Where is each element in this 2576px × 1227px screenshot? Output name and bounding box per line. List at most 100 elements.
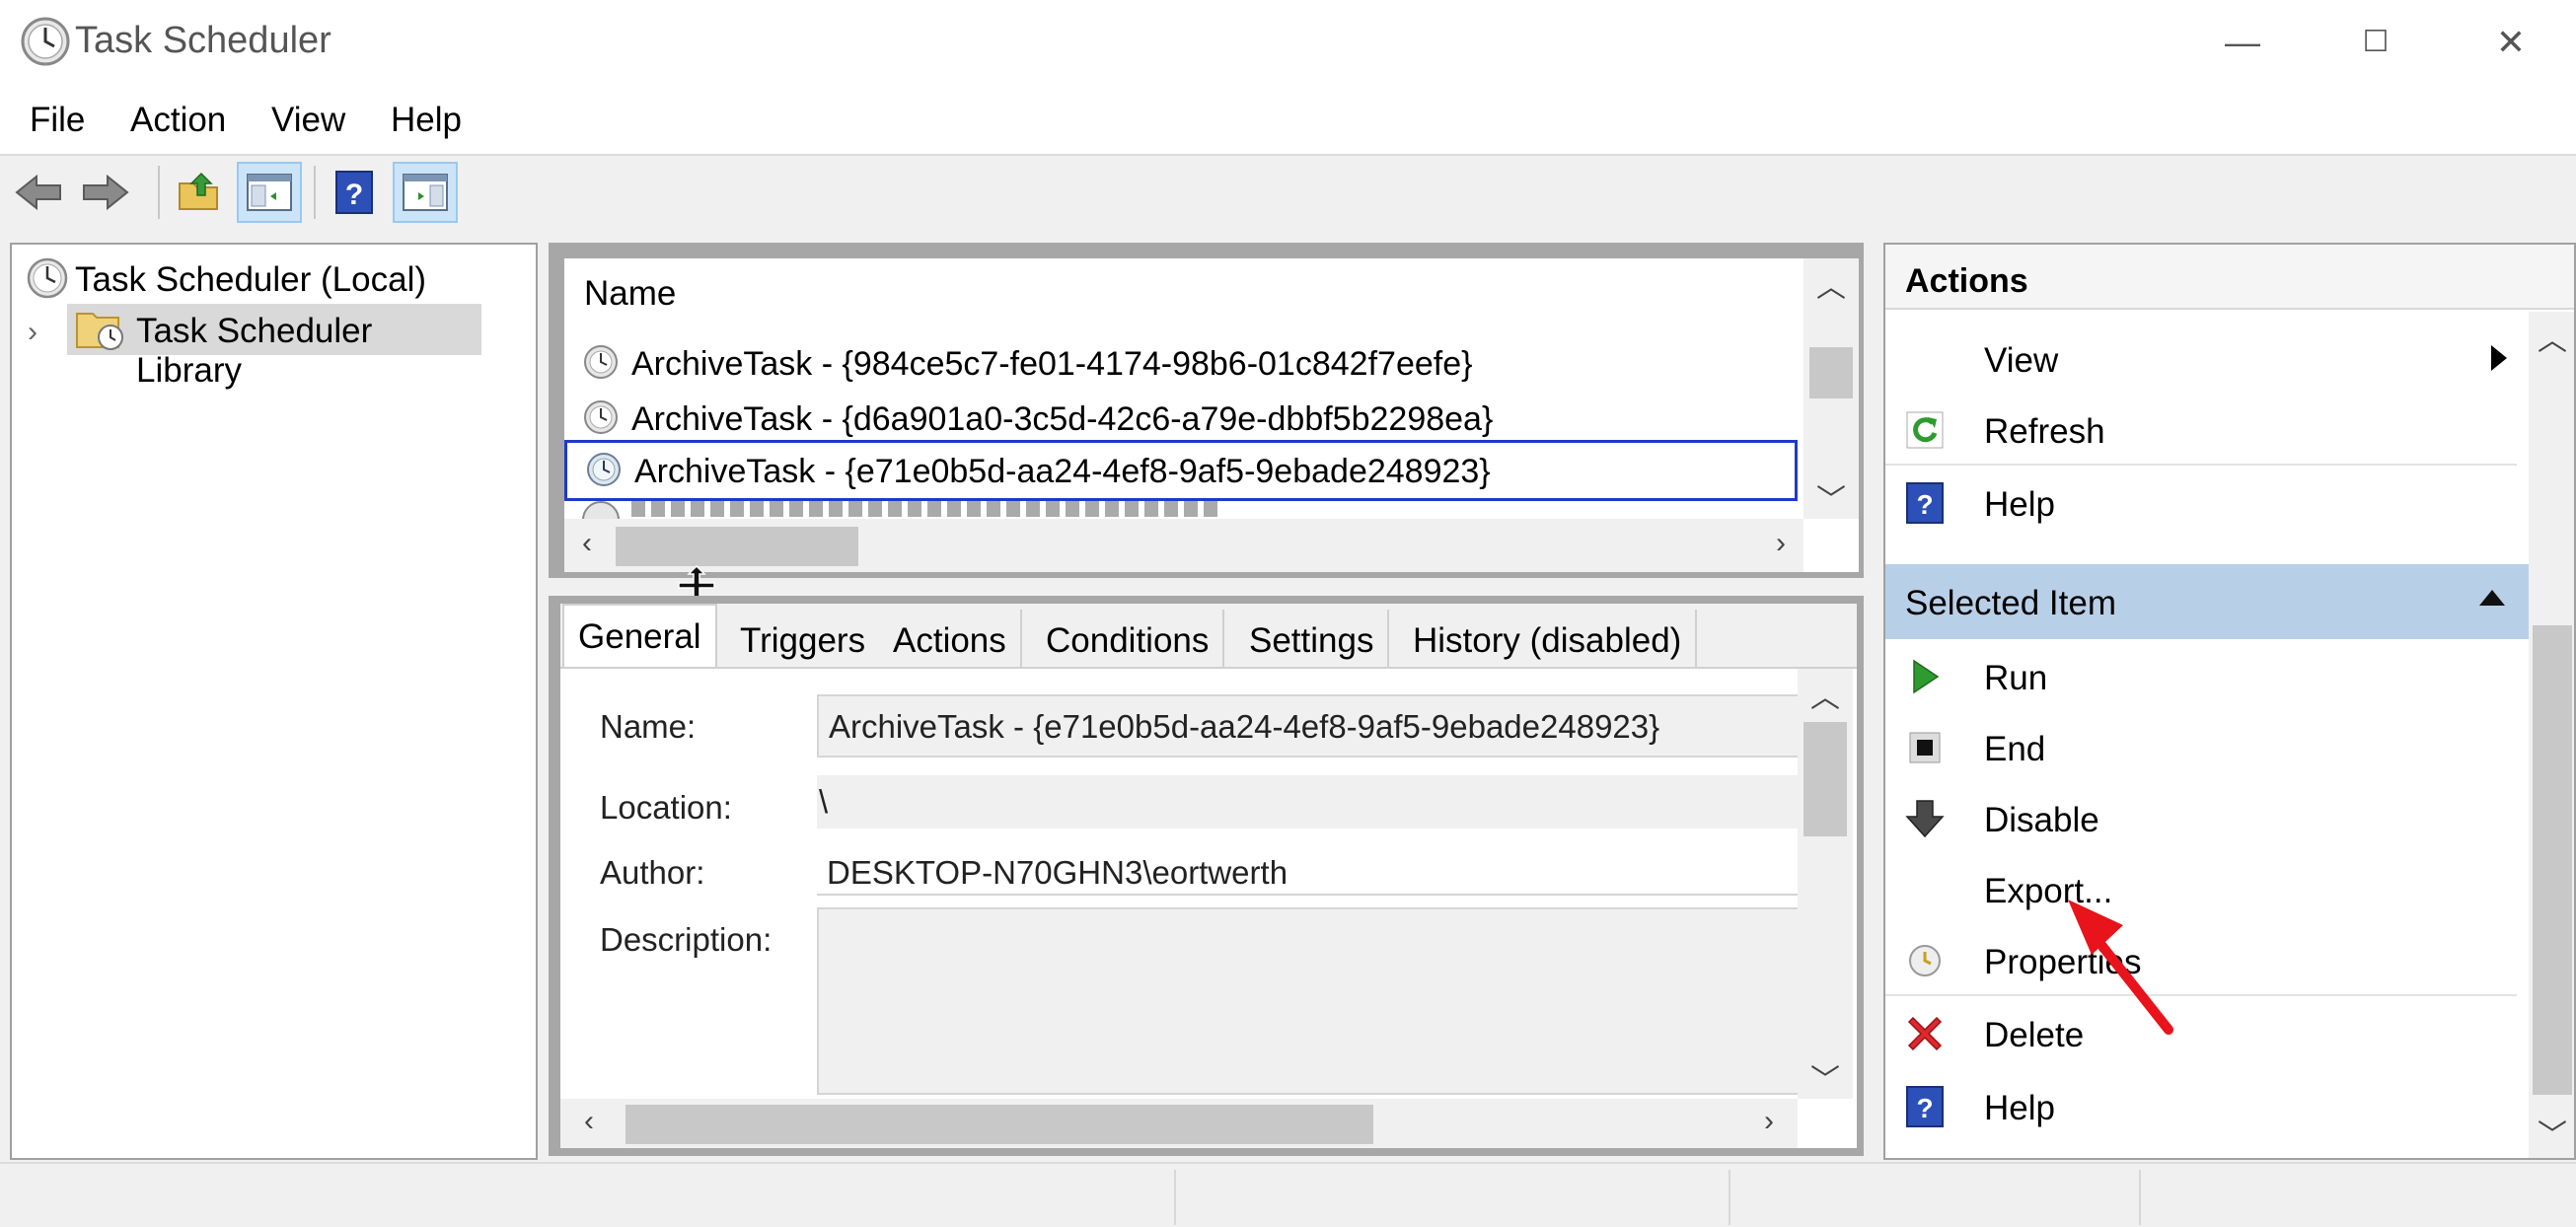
general-tab-body: Name: ArchiveTask - {e71e0b5d-aa24-4ef8-…: [560, 667, 1857, 1148]
clock-icon: [26, 256, 69, 305]
action-refresh[interactable]: Refresh: [1885, 395, 2517, 466]
scrollbar-thumb[interactable]: [2533, 625, 2572, 1095]
help-icon: ?: [1903, 481, 1947, 525]
task-list-vertical-scrollbar[interactable]: ︿ ﹀: [1803, 258, 1859, 519]
author-value: DESKTOP-N70GHN3\eortwerth: [827, 854, 1288, 891]
delete-icon: [1903, 1012, 1947, 1055]
back-button[interactable]: [6, 162, 71, 223]
actions-pane: Actions View Refresh ? Help Selected Ite…: [1883, 243, 2576, 1160]
scroll-up-arrow-icon[interactable]: ︿: [1803, 262, 1859, 306]
action-disable[interactable]: Disable: [1885, 783, 2517, 854]
scrollbar-thumb[interactable]: [626, 1105, 1373, 1144]
menu-view[interactable]: View: [271, 101, 345, 140]
action-help-selected[interactable]: ? Help: [1885, 1071, 2517, 1142]
help-toolbar-button[interactable]: ?: [322, 162, 387, 223]
tab-triggers[interactable]: Triggers: [726, 610, 882, 671]
chevron-right-icon[interactable]: ›: [28, 316, 37, 349]
action-properties[interactable]: Properties: [1885, 925, 2517, 996]
scroll-down-arrow-icon[interactable]: ﹀: [1803, 475, 1859, 519]
task-row[interactable]: ArchiveTask - {d6a901a0-3c5d-42c6-a79e-d…: [564, 391, 1798, 446]
action-label: Refresh: [1984, 412, 2105, 451]
scrollbar-thumb[interactable]: [1803, 722, 1847, 836]
console-tree: Task Scheduler (Local) › Task Scheduler …: [10, 243, 538, 1160]
description-field[interactable]: [817, 907, 1803, 1095]
properties-icon: [1903, 939, 1947, 982]
action-label: Run: [1984, 659, 2048, 697]
scroll-right-arrow-icon[interactable]: ›: [1754, 1105, 1784, 1138]
back-arrow-icon: [15, 174, 61, 211]
action-end[interactable]: End: [1885, 712, 2517, 783]
pane-splitter[interactable]: [549, 564, 1864, 608]
task-list-horizontal-scrollbar[interactable]: ‹ ›: [564, 519, 1803, 572]
help-icon: ?: [1903, 1085, 1947, 1128]
scrollbar-thumb[interactable]: [616, 527, 858, 566]
action-label: Help: [1984, 485, 2055, 524]
author-label: Author:: [600, 854, 705, 891]
details-horizontal-scrollbar[interactable]: ‹ ›: [560, 1099, 1798, 1148]
tab-general[interactable]: General: [562, 604, 717, 671]
scroll-left-arrow-icon[interactable]: ‹: [574, 1105, 604, 1138]
tab-settings[interactable]: Settings: [1235, 610, 1390, 671]
tab-conditions[interactable]: Conditions: [1032, 610, 1225, 671]
selected-item-header[interactable]: Selected Item: [1885, 564, 2529, 639]
maximize-button[interactable]: ☐: [2346, 18, 2405, 67]
close-button[interactable]: ✕: [2481, 18, 2540, 67]
toolbar-separator: [314, 166, 316, 219]
name-field[interactable]: ArchiveTask - {e71e0b5d-aa24-4ef8-9af5-9…: [817, 694, 1803, 758]
name-label: Name:: [600, 708, 697, 745]
action-label: Help: [1984, 1089, 2055, 1127]
selected-item-title: Selected Item: [1905, 584, 2116, 622]
action-label: View: [1984, 341, 2059, 380]
scroll-right-arrow-icon[interactable]: ›: [1766, 527, 1796, 560]
tree-item-label: Task Scheduler Library: [136, 312, 373, 390]
scroll-down-arrow-icon[interactable]: ﹀: [2529, 1111, 2574, 1154]
tree-item-task-scheduler-local[interactable]: Task Scheduler (Local): [75, 260, 426, 300]
location-field: \: [817, 775, 1803, 829]
help-icon: ?: [335, 171, 373, 214]
action-help[interactable]: ? Help: [1885, 468, 2517, 539]
scrollbar-thumb[interactable]: [1809, 347, 1853, 398]
scroll-up-arrow-icon[interactable]: ︿: [2529, 316, 2574, 359]
task-clock-icon: [582, 398, 620, 441]
forward-button[interactable]: [73, 162, 138, 223]
show-hide-console-tree-icon: [247, 174, 292, 211]
task-name: ArchiveTask - {984ce5c7-fe01-4174-98b6-0…: [631, 345, 1473, 383]
submenu-arrow-icon: [2489, 343, 2509, 378]
menu-bar: File Action View Help: [0, 87, 2576, 156]
details-vertical-scrollbar[interactable]: ︿ ﹀: [1798, 669, 1853, 1099]
scroll-down-arrow-icon[interactable]: ﹀: [1798, 1055, 1853, 1099]
scroll-up-arrow-icon[interactable]: ︿: [1798, 673, 1853, 716]
menu-file[interactable]: File: [30, 101, 85, 140]
status-separator: [1174, 1170, 1176, 1225]
tab-actions[interactable]: Actions: [879, 610, 1022, 671]
actions-vertical-scrollbar[interactable]: ︿ ﹀: [2529, 312, 2574, 1158]
collapse-up-icon[interactable]: [2477, 582, 2507, 615]
tree-item-task-scheduler-library[interactable]: Task Scheduler Library: [67, 304, 481, 390]
tab-history[interactable]: History (disabled): [1399, 610, 1698, 671]
toolbar-separator: [158, 166, 160, 219]
name-value: ArchiveTask - {e71e0b5d-aa24-4ef8-9af5-9…: [829, 708, 1660, 745]
disable-icon: [1903, 797, 1947, 840]
task-clock-icon: [585, 451, 623, 493]
up-folder-icon: [179, 172, 218, 210]
action-view[interactable]: View: [1885, 324, 2517, 395]
action-label: Disable: [1984, 801, 2099, 839]
menu-action[interactable]: Action: [130, 101, 226, 140]
action-run[interactable]: Run: [1885, 641, 2517, 712]
menu-help[interactable]: Help: [391, 101, 462, 140]
action-delete[interactable]: Delete: [1885, 998, 2517, 1069]
show-hide-action-pane-button[interactable]: [393, 162, 458, 223]
forward-arrow-icon: [83, 174, 129, 211]
status-separator: [1729, 1170, 1730, 1225]
up-one-level-button[interactable]: [166, 162, 231, 223]
show-hide-console-tree-button[interactable]: [237, 162, 302, 223]
title-bar: Task Scheduler — ☐ ✕: [0, 0, 2576, 87]
minimize-button[interactable]: —: [2213, 18, 2272, 67]
status-bar: [0, 1162, 2576, 1227]
action-export[interactable]: Export...: [1885, 854, 2517, 925]
task-row-selected[interactable]: ArchiveTask - {e71e0b5d-aa24-4ef8-9af5-9…: [564, 440, 1798, 501]
svg-text:?: ?: [1916, 1093, 1933, 1123]
column-header-name[interactable]: Name: [584, 274, 676, 314]
task-row[interactable]: ArchiveTask - {984ce5c7-fe01-4174-98b6-0…: [564, 335, 1798, 391]
scroll-left-arrow-icon[interactable]: ‹: [572, 527, 602, 560]
